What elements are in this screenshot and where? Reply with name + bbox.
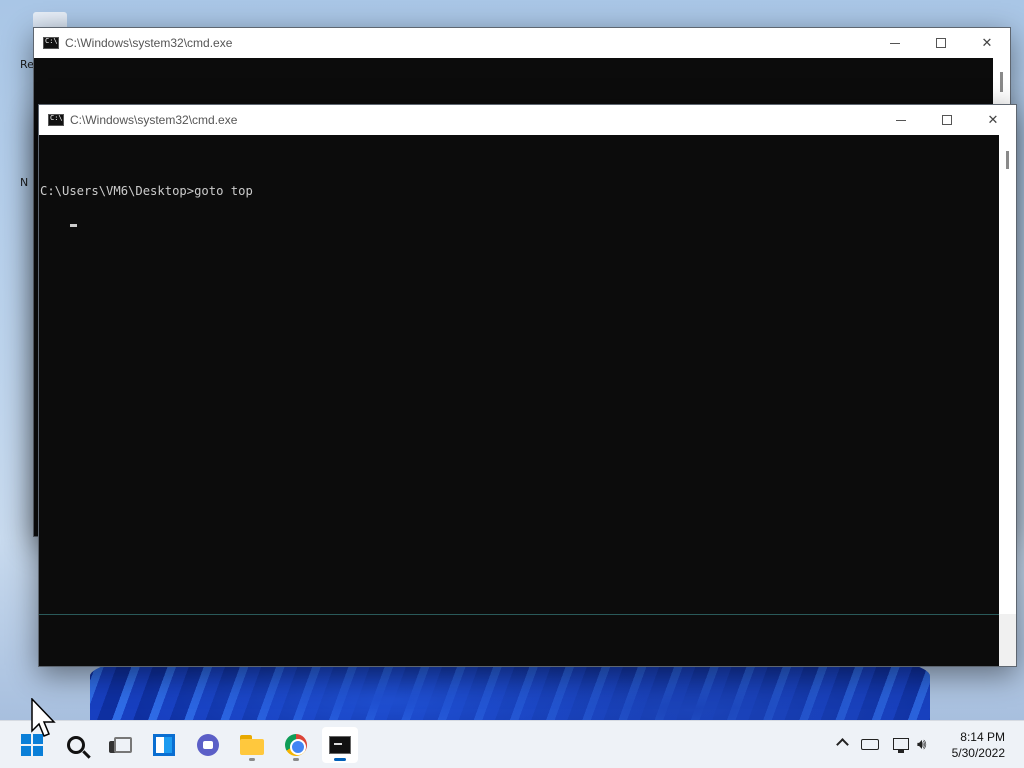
mouse-pointer-icon bbox=[31, 698, 56, 737]
widgets-icon bbox=[153, 734, 175, 756]
close-button[interactable]: ✕ bbox=[964, 28, 1010, 58]
window-title: C:\Windows\system32\cmd.exe bbox=[65, 36, 233, 50]
chrome-button[interactable] bbox=[278, 727, 314, 763]
title-bar[interactable]: C:\Windows\system32\cmd.exe ✕ bbox=[39, 105, 1016, 135]
maximize-button[interactable] bbox=[918, 28, 964, 58]
chat-button[interactable] bbox=[190, 727, 226, 763]
task-view-icon bbox=[109, 737, 132, 753]
file-explorer-button[interactable] bbox=[234, 727, 270, 763]
cmd-icon bbox=[43, 37, 59, 49]
bottom-scrollbar[interactable] bbox=[999, 614, 1016, 666]
taskbar-clock[interactable]: 8:14 PM 5/30/2022 bbox=[952, 729, 1005, 761]
active-indicator bbox=[334, 758, 346, 761]
cmd-window-front[interactable]: C:\Windows\system32\cmd.exe ✕ C:\Users\V… bbox=[38, 104, 1017, 667]
folder-icon bbox=[240, 735, 264, 755]
vertical-scrollbar[interactable] bbox=[999, 135, 1016, 615]
minimize-icon bbox=[890, 42, 900, 44]
desktop-icon-label: N bbox=[20, 176, 29, 189]
title-bar[interactable]: C:\Windows\system32\cmd.exe ✕ bbox=[34, 28, 1010, 58]
maximize-button[interactable] bbox=[924, 105, 970, 135]
console-output[interactable]: C:\Users\VM6\Desktop>goto top bbox=[39, 135, 999, 247]
minimize-button[interactable] bbox=[872, 28, 918, 58]
minimize-button[interactable] bbox=[878, 105, 924, 135]
clock-time: 8:14 PM bbox=[960, 730, 1005, 744]
widgets-button[interactable] bbox=[146, 727, 182, 763]
taskbar: 🔊︎ 8:14 PM 5/30/2022 bbox=[0, 720, 1024, 768]
command-prompt-button[interactable] bbox=[322, 727, 358, 763]
scrollbar-thumb[interactable] bbox=[1000, 72, 1003, 92]
cmd-icon bbox=[329, 736, 351, 754]
console-line: C:\Users\VM6\Desktop>goto top bbox=[40, 184, 253, 198]
cmd-icon bbox=[48, 114, 64, 126]
clock-date: 5/30/2022 bbox=[951, 746, 1005, 760]
chrome-icon bbox=[285, 734, 307, 756]
close-button[interactable]: ✕ bbox=[970, 105, 1016, 135]
show-hidden-icons-chevron-icon[interactable] bbox=[836, 738, 849, 751]
speaker-icon[interactable]: 🔊︎ bbox=[917, 735, 926, 753]
minimize-icon bbox=[896, 119, 906, 121]
search-icon bbox=[67, 736, 85, 754]
network-icon[interactable] bbox=[893, 738, 909, 753]
running-indicator bbox=[293, 758, 299, 761]
text-cursor bbox=[70, 224, 78, 227]
maximize-icon bbox=[936, 38, 946, 48]
task-view-button[interactable] bbox=[101, 727, 137, 763]
close-icon: ✕ bbox=[981, 35, 993, 51]
teams-chat-icon bbox=[197, 734, 219, 756]
console-bottom-pane[interactable] bbox=[39, 614, 999, 666]
running-indicator bbox=[249, 758, 255, 761]
scrollbar-thumb[interactable] bbox=[1006, 151, 1009, 169]
search-button[interactable] bbox=[58, 727, 94, 763]
desktop-icon-label: Re bbox=[20, 58, 34, 71]
keyboard-icon[interactable] bbox=[861, 739, 879, 750]
close-icon: ✕ bbox=[987, 112, 999, 128]
maximize-icon bbox=[942, 115, 952, 125]
window-title: C:\Windows\system32\cmd.exe bbox=[70, 113, 238, 127]
